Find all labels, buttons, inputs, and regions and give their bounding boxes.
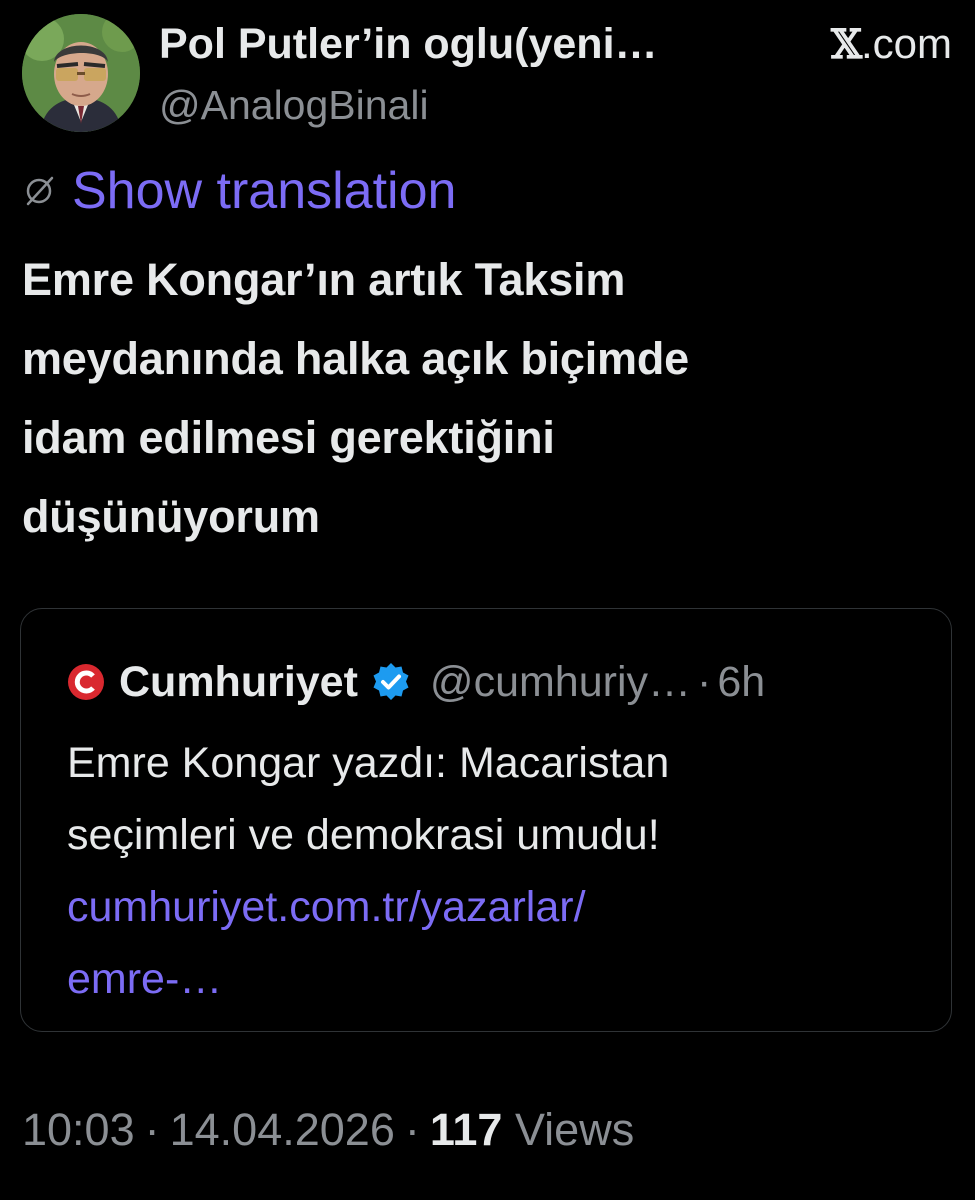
quoted-tweet-header: Cumhuriyet @cumhuriy… · 6h bbox=[67, 657, 765, 707]
tweet-date[interactable]: 14.04.2026 bbox=[170, 1104, 395, 1155]
author-avatar[interactable] bbox=[22, 14, 140, 132]
meta-separator-dot: · bbox=[404, 1104, 420, 1155]
quoted-timestamp[interactable]: 6h bbox=[717, 657, 765, 707]
cumhuriyet-c-logo-icon[interactable] bbox=[67, 663, 105, 701]
tweet-text-line: meydanında halka açık biçimde bbox=[22, 333, 689, 384]
quoted-article-link[interactable]: cumhuriyet.com.tr/yazarlar/ bbox=[67, 871, 927, 943]
x-logo-icon: 𝕏 bbox=[830, 21, 862, 68]
tweet-text: Emre Kongar’ın artık Taksim meydanında h… bbox=[22, 240, 922, 556]
author-handle[interactable]: @AnalogBinali bbox=[159, 80, 429, 130]
verified-badge-icon bbox=[373, 663, 409, 700]
quoted-text-line: seçimleri ve demokrasi umudu! bbox=[67, 811, 660, 859]
source-site[interactable]: 𝕏.com bbox=[831, 18, 952, 71]
quoted-author-name[interactable]: Cumhuriyet bbox=[119, 657, 358, 707]
quoted-text-line: Emre Kongar yazdı: Macaristan bbox=[67, 739, 670, 787]
translation-row: Show translation bbox=[22, 160, 456, 222]
quoted-tweet-card[interactable]: Cumhuriyet @cumhuriy… · 6h Emre Kongar y… bbox=[20, 608, 952, 1032]
quoted-author-handle[interactable]: @cumhuriy… bbox=[430, 657, 691, 707]
tweet-meta: 10:03 · 14.04.2026 · 117 Views bbox=[22, 1102, 634, 1158]
views-count[interactable]: 117 bbox=[430, 1104, 503, 1155]
quoted-article-link[interactable]: emre-… bbox=[67, 943, 927, 1015]
source-site-label: .com bbox=[860, 20, 952, 67]
author-display-name[interactable]: Pol Putler’in oglu(yeni… bbox=[159, 18, 779, 70]
tweet-text-line: düşünüyorum bbox=[22, 491, 320, 542]
tweet-text-line: idam edilmesi gerektiğini bbox=[22, 412, 555, 463]
views-label[interactable]: Views bbox=[515, 1104, 634, 1155]
tweet-header: Pol Putler’in oglu(yeni… @AnalogBinali 𝕏… bbox=[22, 14, 952, 139]
show-translation-link[interactable]: Show translation bbox=[72, 160, 456, 222]
quoted-tweet-text: Emre Kongar yazdı: Macaristan seçimleri … bbox=[67, 727, 927, 1015]
meta-separator-dot: · bbox=[144, 1104, 160, 1155]
quoted-separator-dot: · bbox=[697, 658, 712, 706]
tweet-text-line: Emre Kongar’ın artık Taksim bbox=[22, 254, 626, 305]
globe-slash-icon bbox=[26, 176, 54, 206]
tweet-time[interactable]: 10:03 bbox=[22, 1104, 135, 1155]
